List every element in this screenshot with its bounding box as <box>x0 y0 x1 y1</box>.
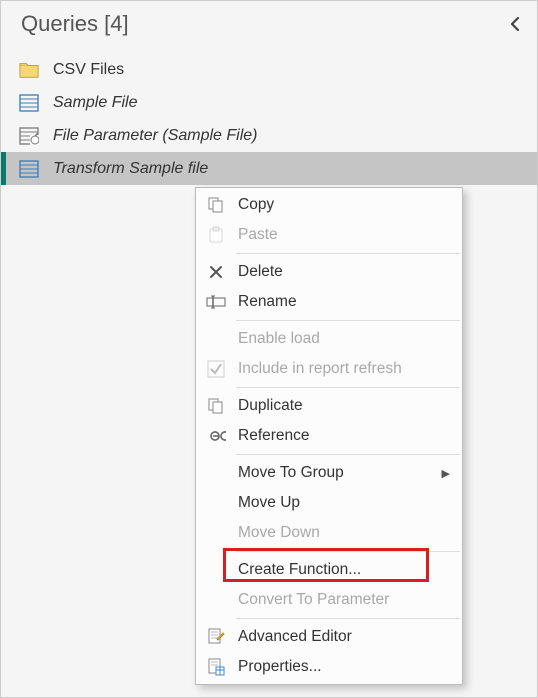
chevron-right-icon: ▶ <box>442 467 450 480</box>
menu-paste: Paste <box>196 220 462 250</box>
menu-label: Move To Group <box>238 464 344 482</box>
menu-include-refresh: Include in report refresh <box>196 354 462 384</box>
menu-label: Enable load <box>238 330 320 348</box>
context-menu: Copy Paste Delete <box>195 187 463 685</box>
blank-icon <box>204 521 228 545</box>
panel-title: Queries [4] <box>21 11 129 37</box>
menu-label: Advanced Editor <box>238 628 352 646</box>
menu-label: Delete <box>238 263 283 281</box>
query-label: File Parameter (Sample File) <box>53 127 258 145</box>
queries-panel: Queries [4] CSV Files <box>0 0 538 698</box>
menu-convert-parameter: Convert To Parameter <box>196 585 462 615</box>
menu-label: Convert To Parameter <box>238 591 389 609</box>
delete-icon <box>204 260 228 284</box>
query-label: Sample File <box>53 94 137 112</box>
query-item-sample-file[interactable]: Sample File <box>1 86 537 119</box>
menu-separator <box>236 454 460 455</box>
menu-advanced-editor[interactable]: Advanced Editor <box>196 622 462 652</box>
menu-move-down: Move Down <box>196 518 462 548</box>
menu-separator <box>236 253 460 254</box>
reference-icon <box>204 424 228 448</box>
menu-label: Copy <box>238 196 274 214</box>
menu-label: Create Function... <box>238 561 361 579</box>
menu-create-function[interactable]: Create Function... <box>196 555 462 585</box>
query-item-file-parameter[interactable]: File Parameter (Sample File) <box>1 119 537 152</box>
menu-separator <box>236 387 460 388</box>
menu-duplicate[interactable]: Duplicate <box>196 391 462 421</box>
table-icon <box>19 159 39 179</box>
parameter-icon <box>19 126 39 146</box>
menu-move-up[interactable]: Move Up <box>196 488 462 518</box>
query-list: CSV Files Sample File <box>1 53 537 185</box>
menu-label: Paste <box>238 226 278 244</box>
menu-separator <box>236 618 460 619</box>
collapse-chevron-icon[interactable] <box>507 16 523 32</box>
blank-icon <box>204 461 228 485</box>
query-item-csv-files[interactable]: CSV Files <box>1 53 537 86</box>
menu-label: Properties... <box>238 658 322 676</box>
menu-separator <box>236 320 460 321</box>
duplicate-icon <box>204 394 228 418</box>
paste-icon <box>204 223 228 247</box>
blank-icon <box>204 558 228 582</box>
menu-label: Rename <box>238 293 297 311</box>
menu-reference[interactable]: Reference <box>196 421 462 451</box>
menu-rename[interactable]: Rename <box>196 287 462 317</box>
menu-label: Move Up <box>238 494 300 512</box>
query-label: CSV Files <box>53 61 124 79</box>
table-icon <box>19 93 39 113</box>
checkbox-checked-icon <box>204 357 228 381</box>
blank-icon <box>204 327 228 351</box>
query-item-transform-sample[interactable]: Transform Sample file <box>1 152 537 185</box>
menu-properties[interactable]: Properties... <box>196 652 462 682</box>
menu-label: Reference <box>238 427 310 445</box>
advanced-editor-icon <box>204 625 228 649</box>
menu-separator <box>236 551 460 552</box>
menu-copy[interactable]: Copy <box>196 190 462 220</box>
menu-enable-load: Enable load <box>196 324 462 354</box>
menu-label: Duplicate <box>238 397 303 415</box>
properties-icon <box>204 655 228 679</box>
query-label: Transform Sample file <box>53 160 208 178</box>
blank-icon <box>204 491 228 515</box>
menu-label: Move Down <box>238 524 320 542</box>
copy-icon <box>204 193 228 217</box>
folder-icon <box>19 60 39 80</box>
menu-move-group[interactable]: Move To Group ▶ <box>196 458 462 488</box>
rename-icon <box>204 290 228 314</box>
panel-header: Queries [4] <box>1 1 537 53</box>
menu-label: Include in report refresh <box>238 360 402 378</box>
blank-icon <box>204 588 228 612</box>
menu-delete[interactable]: Delete <box>196 257 462 287</box>
